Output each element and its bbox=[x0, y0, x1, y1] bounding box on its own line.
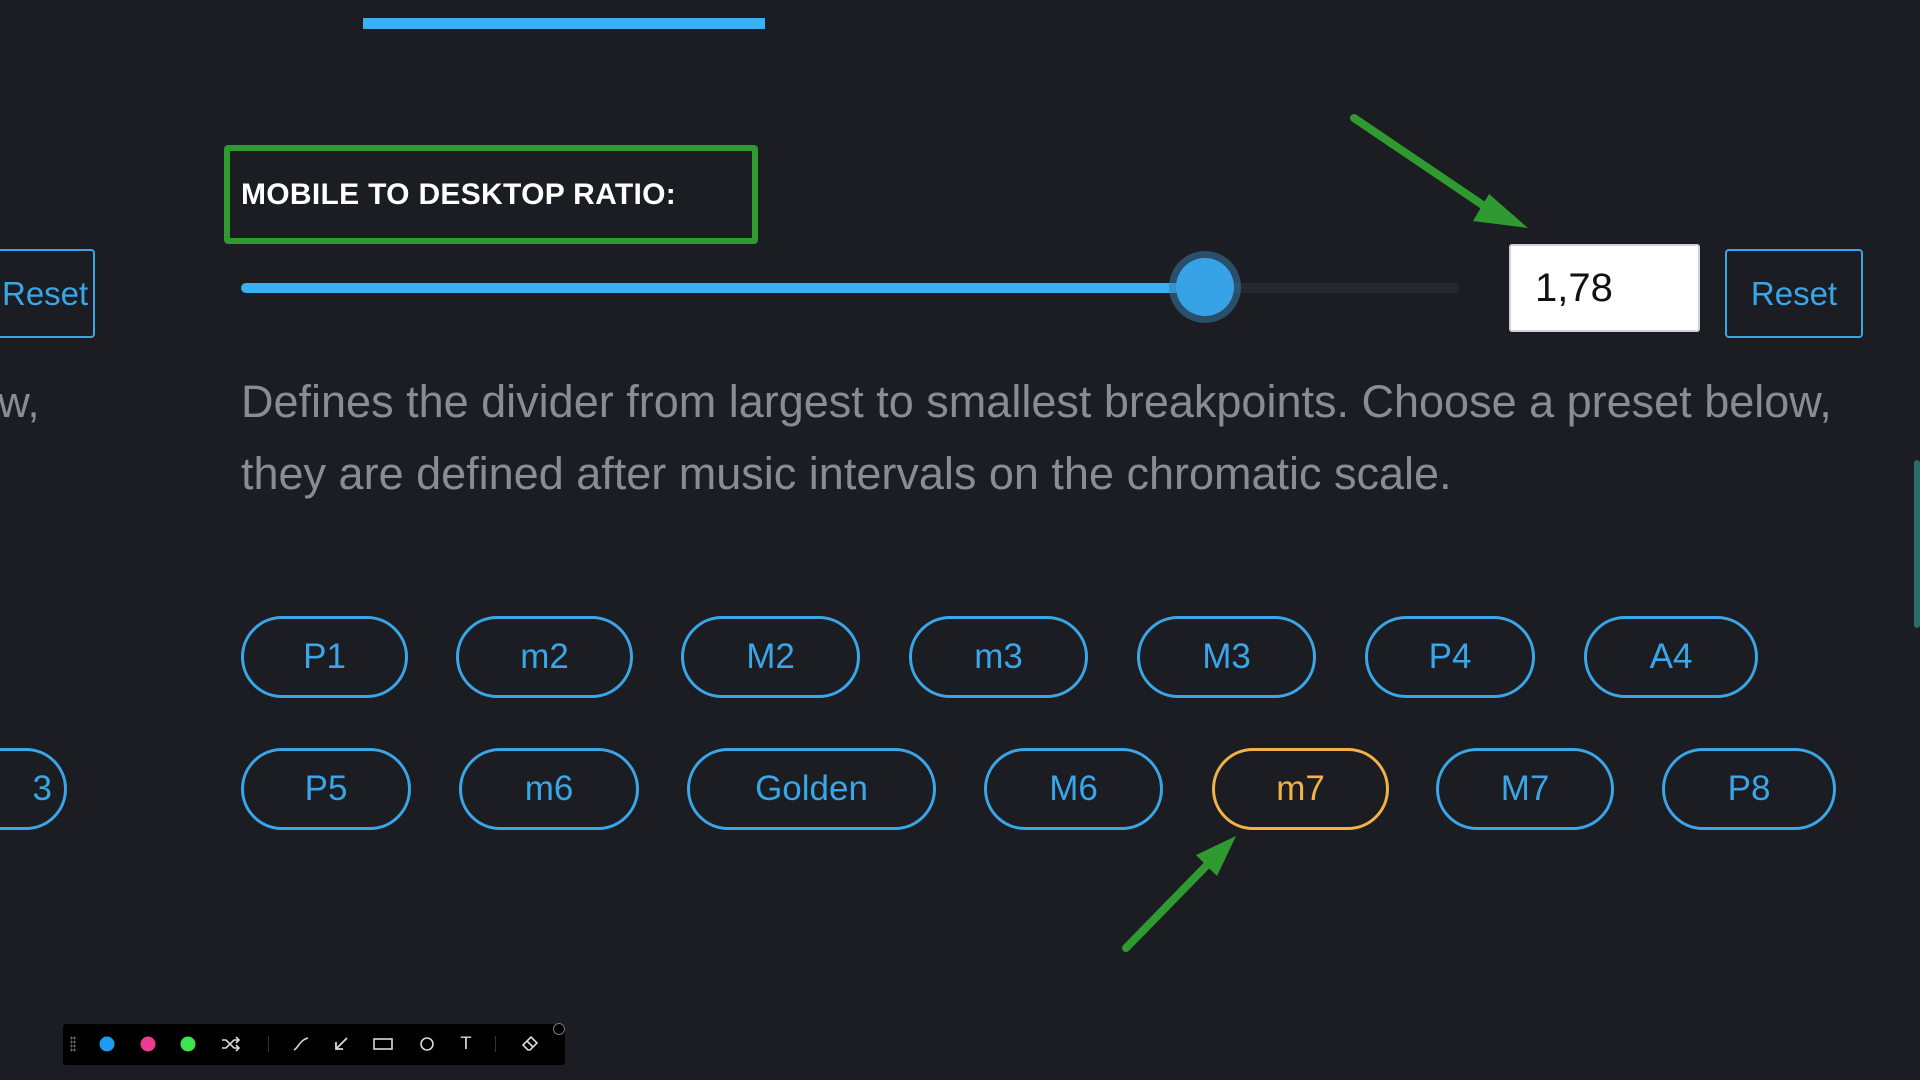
ratio-description: Defines the divider from largest to smal… bbox=[241, 376, 1832, 499]
color-blue-swatch[interactable] bbox=[99, 1036, 115, 1052]
preset-a4[interactable]: A4 bbox=[1584, 616, 1758, 698]
preset-p8[interactable]: P8 bbox=[1662, 748, 1836, 830]
line-icon[interactable] bbox=[292, 1036, 310, 1052]
color-green-swatch[interactable] bbox=[180, 1036, 196, 1052]
ratio-slider-thumb[interactable] bbox=[1176, 258, 1234, 316]
preset-m7-minor-active[interactable]: m7 bbox=[1212, 748, 1389, 830]
active-tab-indicator bbox=[363, 18, 765, 29]
preset-p5[interactable]: P5 bbox=[241, 748, 411, 830]
arrow-to-input-head bbox=[1473, 194, 1528, 228]
close-icon[interactable] bbox=[553, 1023, 565, 1035]
preset-m3-minor[interactable]: m3 bbox=[909, 616, 1088, 698]
rectangle-icon[interactable] bbox=[373, 1037, 393, 1051]
preset-m2-minor[interactable]: m2 bbox=[456, 616, 633, 698]
color-pink-swatch[interactable] bbox=[140, 1036, 156, 1052]
preset-p1[interactable]: P1 bbox=[241, 616, 408, 698]
previous-description-fragment: w, bbox=[0, 378, 40, 427]
preset-m6-minor[interactable]: m6 bbox=[459, 748, 639, 830]
previous-reset-button[interactable]: Reset bbox=[0, 249, 95, 338]
arrow-to-input-shaft bbox=[1350, 114, 1500, 218]
preset-m2-major[interactable]: M2 bbox=[681, 616, 860, 698]
preset-m7-major[interactable]: M7 bbox=[1436, 748, 1614, 830]
drag-handle-icon[interactable] bbox=[70, 1036, 76, 1052]
eraser-icon[interactable] bbox=[522, 1036, 540, 1052]
ratio-value-input[interactable] bbox=[1509, 244, 1700, 332]
scrollbar-thumb[interactable] bbox=[1914, 460, 1920, 628]
annotation-toolbar: T bbox=[63, 1023, 565, 1065]
arrow-icon[interactable] bbox=[333, 1036, 349, 1052]
arrow-to-m7-shaft bbox=[1122, 858, 1214, 952]
ratio-slider-fill bbox=[241, 283, 1196, 293]
arrow-to-m7-head bbox=[1196, 836, 1236, 876]
preset-p4[interactable]: P4 bbox=[1365, 616, 1535, 698]
text-icon[interactable]: T bbox=[461, 1034, 471, 1054]
ratio-reset-button[interactable]: Reset bbox=[1725, 249, 1863, 338]
preset-m3-major[interactable]: M3 bbox=[1137, 616, 1316, 698]
shuffle-icon[interactable] bbox=[221, 1036, 241, 1052]
ratio-label: MOBILE TO DESKTOP RATIO: bbox=[241, 178, 677, 211]
preset-m6-major[interactable]: M6 bbox=[984, 748, 1163, 830]
previous-preset-pill[interactable]: 3 bbox=[0, 748, 67, 830]
preset-golden[interactable]: Golden bbox=[687, 748, 936, 830]
ellipse-icon[interactable] bbox=[419, 1036, 435, 1052]
